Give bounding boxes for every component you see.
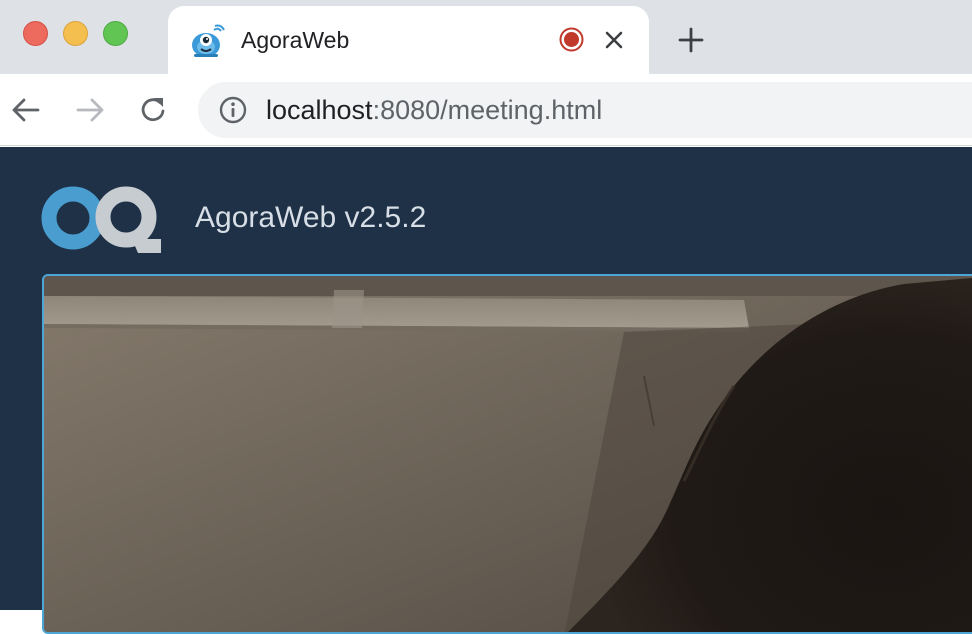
- close-icon[interactable]: [602, 28, 626, 52]
- agora-logo: [41, 186, 161, 253]
- window-close-button[interactable]: [23, 21, 48, 46]
- plus-icon[interactable]: [676, 25, 706, 55]
- url-host: localhost: [266, 95, 373, 125]
- arrow-right-icon[interactable]: [74, 94, 106, 126]
- info-icon[interactable]: [218, 95, 248, 125]
- browser-toolbar: localhost:8080/meeting.html: [0, 74, 972, 146]
- recording-dot-icon: [559, 27, 584, 52]
- page-title: AgoraWeb v2.5.2: [195, 201, 427, 234]
- url-path: :8080/meeting.html: [372, 95, 603, 125]
- window-maximize-button[interactable]: [103, 21, 128, 46]
- reload-icon[interactable]: [138, 94, 170, 126]
- arrow-left-icon[interactable]: [10, 94, 42, 126]
- address-bar[interactable]: localhost:8080/meeting.html: [198, 82, 972, 138]
- video-frame-image: [44, 276, 972, 632]
- window-minimize-button[interactable]: [63, 21, 88, 46]
- tab-title: AgoraWeb: [241, 27, 350, 53]
- browser-titlebar: AgoraWeb: [0, 0, 972, 74]
- tab-agoraweb[interactable]: AgoraWeb: [168, 6, 649, 74]
- local-video-stream[interactable]: [42, 274, 972, 634]
- url-text: localhost:8080/meeting.html: [266, 95, 602, 125]
- agora-mascot-icon: [192, 24, 225, 57]
- page-content: AgoraWeb v2.5.2: [0, 147, 972, 634]
